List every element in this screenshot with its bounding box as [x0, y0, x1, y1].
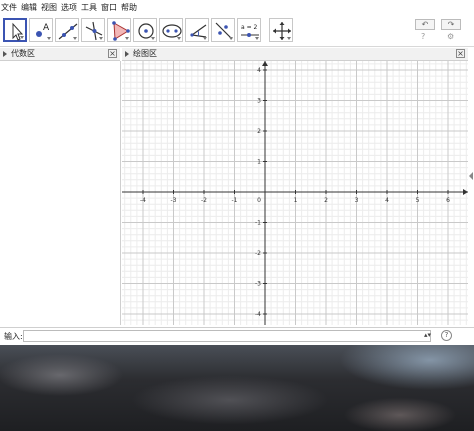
move-graphics-tool[interactable]	[269, 18, 293, 42]
close-icon[interactable]: ×	[108, 49, 117, 58]
svg-text:a = 2: a = 2	[241, 24, 258, 31]
close-icon[interactable]: ×	[456, 49, 465, 58]
redo-button[interactable]: ↷	[441, 19, 461, 30]
x-tick-label: 6	[446, 197, 450, 204]
algebra-view[interactable]	[0, 61, 121, 325]
settings-icon[interactable]: ⚙	[447, 32, 454, 41]
toolbar: A a = 2 ↶ ↷ ? ⚙	[0, 16, 474, 47]
angle-tool[interactable]	[185, 18, 209, 42]
point-tool[interactable]: A	[29, 18, 53, 42]
x-tick-label: -2	[201, 197, 207, 204]
line-tool[interactable]	[55, 18, 79, 42]
menu-item-5[interactable]: 窗口	[100, 0, 120, 16]
y-tick-label: -4	[255, 311, 261, 318]
menu-bar: 文件 编辑 视图 选项 工具 窗口 帮助	[0, 0, 474, 16]
y-tick-label: -3	[255, 281, 261, 288]
polygon-tool[interactable]	[107, 18, 131, 42]
circle-tool[interactable]	[133, 18, 157, 42]
x-axis-arrow-icon	[463, 189, 468, 195]
y-tick-label: 3	[257, 98, 261, 105]
algebra-panel-header: 代数区 ×	[0, 48, 120, 61]
coordinate-grid[interactable]: -4 -3 -2 -1 0 1 2 3 4 5 6 4 3 2 1 -1 -2 -3 -4	[122, 61, 468, 325]
input-label: 输入:	[4, 332, 23, 341]
side-panel-handle-icon[interactable]	[469, 172, 473, 180]
y-tick-label: -1	[255, 220, 261, 227]
menu-item-2[interactable]: 视图	[40, 0, 60, 16]
move-tool[interactable]	[3, 18, 27, 42]
algebra-panel-title: 代数区	[11, 49, 35, 58]
x-tick-label: 2	[324, 197, 328, 204]
y-tick-label: 2	[257, 128, 261, 135]
graphics-panel-title: 绘图区	[133, 49, 157, 58]
menu-item-6[interactable]: 帮助	[120, 0, 140, 16]
y-tick-label: 4	[257, 67, 261, 74]
x-tick-label: -4	[140, 197, 146, 204]
x-tick-label: 5	[416, 197, 420, 204]
x-tick-label: 3	[355, 197, 359, 204]
undo-button[interactable]: ↶	[415, 19, 435, 30]
collapse-arrow-icon[interactable]	[3, 51, 7, 57]
input-bar: 输入: ▴▾ ?	[0, 327, 474, 345]
collapse-arrow-icon[interactable]	[125, 51, 129, 57]
x-tick-label: 0	[257, 197, 261, 204]
ellipse-tool[interactable]	[159, 18, 183, 42]
graphics-panel-header: 绘图区 ×	[122, 48, 468, 61]
input-history-spinner[interactable]: ▴▾	[424, 331, 431, 339]
x-tick-label: 1	[294, 197, 298, 204]
menu-item-0[interactable]: 文件	[0, 0, 20, 16]
x-tick-label: -3	[171, 197, 177, 204]
input-help-icon[interactable]: ?	[441, 330, 452, 341]
x-tick-label: -1	[232, 197, 238, 204]
help-icon[interactable]: ?	[421, 32, 425, 41]
perpendicular-tool[interactable]	[81, 18, 105, 42]
menu-item-1[interactable]: 编辑	[20, 0, 40, 16]
input-field[interactable]	[23, 330, 431, 342]
y-tick-label: 1	[257, 159, 261, 166]
y-tick-label: -2	[255, 250, 261, 257]
cursor-icon	[12, 22, 24, 41]
graphics-view[interactable]: -4 -3 -2 -1 0 1 2 3 4 5 6 4 3 2 1 -1 -2 -3 -4	[122, 61, 468, 325]
menu-item-3[interactable]: 选项	[60, 0, 80, 16]
x-tick-label: 4	[385, 197, 389, 204]
slider-tool[interactable]: a = 2	[237, 18, 261, 42]
desktop-wallpaper	[0, 345, 474, 431]
svg-text:A: A	[43, 23, 50, 33]
menu-item-4[interactable]: 工具	[80, 0, 100, 16]
reflect-tool[interactable]	[211, 18, 235, 42]
